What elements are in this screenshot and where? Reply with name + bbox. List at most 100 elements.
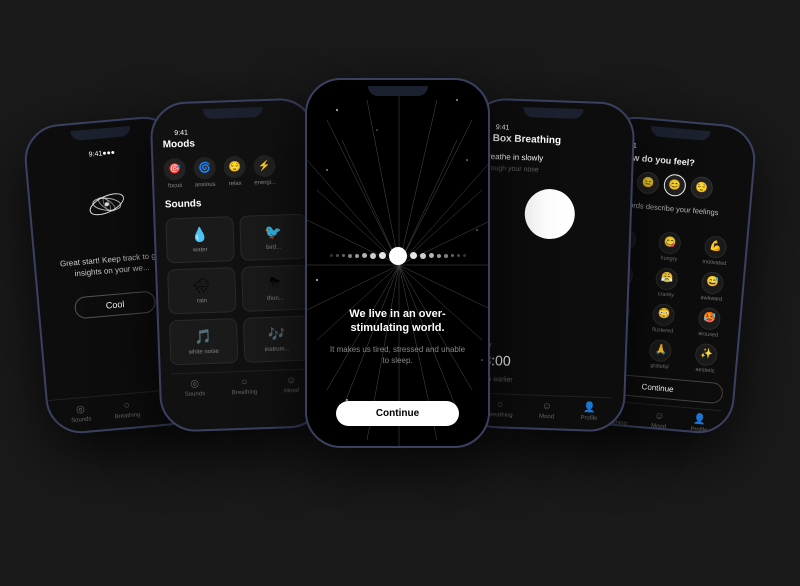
sounds-title: Sounds bbox=[165, 195, 306, 211]
p3-text-area: We live in an over-stimulating world. It… bbox=[307, 307, 488, 366]
motivated-icon: 💪 bbox=[704, 235, 728, 259]
water-icon: 💧 bbox=[191, 226, 209, 244]
whitenoise-icon: 🎵 bbox=[194, 328, 212, 346]
sound-instrument[interactable]: 🎶 instrum... bbox=[242, 316, 311, 363]
cool-button[interactable]: Cool bbox=[74, 291, 156, 320]
word-motivated[interactable]: 💪 motivated bbox=[694, 234, 736, 267]
anxious-icon: 🌀 bbox=[193, 157, 216, 180]
emotion-neutral[interactable]: 😑 bbox=[636, 171, 660, 195]
flustered-icon: 😳 bbox=[652, 302, 676, 326]
mood-anxious[interactable]: 🌀 anxious bbox=[193, 157, 216, 189]
aestetic-icon: ✨ bbox=[694, 342, 718, 366]
phone-2: 9:41 Moods 🎯 focus 🌀 anxious 😌 relax bbox=[149, 97, 325, 433]
energy-icon: ⚡ bbox=[253, 155, 276, 178]
emotion-calm[interactable]: 😌 bbox=[690, 176, 714, 200]
p3-continue-button[interactable]: Continue bbox=[336, 401, 459, 426]
phone-3-center: We live in an over-stimulating world. It… bbox=[305, 78, 490, 448]
mood-focus[interactable]: 🎯 focus bbox=[163, 158, 186, 190]
hungry-label: hungry bbox=[660, 255, 677, 262]
p3-title: We live in an over-stimulating world. bbox=[327, 307, 468, 336]
p4-nav-breathing[interactable]: ○ Breathing bbox=[487, 399, 513, 419]
instrument-label: instrum... bbox=[265, 346, 290, 353]
p5-nav-mood[interactable]: ☺ Mood bbox=[651, 410, 668, 430]
relax-icon: 😌 bbox=[223, 156, 246, 179]
timer-section: timer 03:00 finish earlier bbox=[475, 342, 613, 388]
sound-rain[interactable]: 🌧 rain bbox=[167, 267, 236, 314]
p5-mood-label: Mood bbox=[651, 423, 666, 430]
focus-icon: 🎯 bbox=[163, 158, 186, 181]
p2-mood-label: Mood bbox=[284, 388, 299, 395]
p2-sounds-icon: ◎ bbox=[190, 378, 199, 389]
breathe-circle bbox=[523, 188, 575, 240]
p1-time: 9:41 bbox=[88, 150, 102, 158]
emotion-happy[interactable]: 😊 bbox=[663, 173, 687, 197]
aestetic-label: aestetic bbox=[695, 366, 714, 374]
aroused-label: aroused bbox=[698, 330, 718, 338]
p5-profile-icon: 👤 bbox=[693, 413, 706, 425]
p2-sounds-label: Sounds bbox=[185, 391, 206, 398]
p2-time: 9:41 bbox=[174, 130, 188, 137]
p4-nav-mood[interactable]: ☺ Mood bbox=[539, 401, 555, 421]
thunder-icon: ⛈ bbox=[269, 275, 281, 292]
p2-nav-sounds[interactable]: ◎ Sounds bbox=[184, 378, 205, 398]
p4-profile-label: Profile bbox=[580, 415, 597, 422]
word-aestetic[interactable]: ✨ aestetic bbox=[685, 342, 727, 375]
nav-sounds[interactable]: ◎ Sounds bbox=[70, 403, 92, 424]
sounds-grid: 💧 water 🐦 bird... 🌧 rain ⛈ thun... bbox=[165, 214, 311, 366]
relax-label: relax bbox=[229, 181, 242, 187]
nav-breathing-label: Breathing bbox=[114, 412, 140, 420]
breathing-icon: ○ bbox=[123, 400, 130, 411]
awkward-label: awkward bbox=[700, 294, 722, 302]
thunder-label: thun... bbox=[267, 295, 284, 302]
timer-value: 03:00 bbox=[475, 352, 612, 373]
mood-relax[interactable]: 😌 relax bbox=[223, 156, 246, 188]
word-hungry[interactable]: 😋 hungry bbox=[649, 230, 691, 263]
aroused-icon: 🥵 bbox=[698, 306, 722, 330]
mood-energy[interactable]: ⚡ energi... bbox=[253, 155, 276, 187]
p1-signal: ●●● bbox=[102, 149, 115, 157]
p4-time: 9:41 bbox=[496, 124, 510, 131]
p4-nav-profile[interactable]: 👤 Profile bbox=[580, 402, 598, 422]
energy-label: energi... bbox=[254, 180, 276, 187]
sound-birds[interactable]: 🐦 bird... bbox=[239, 214, 308, 261]
nav-sounds-label: Sounds bbox=[71, 416, 92, 424]
sound-thunder[interactable]: ⛈ thun... bbox=[241, 265, 310, 312]
p4-profile-icon: 👤 bbox=[583, 402, 596, 413]
whitenoise-label: white noise bbox=[189, 349, 219, 356]
breathe-circle-container bbox=[480, 187, 619, 242]
breathe-sub: through your nose bbox=[482, 165, 619, 177]
p4-mood-label: Mood bbox=[539, 414, 554, 421]
sound-whitenoise[interactable]: 🎵 white noise bbox=[169, 318, 238, 365]
p2-breathing-label: Breathing bbox=[232, 389, 258, 396]
sound-water[interactable]: 💧 water bbox=[165, 216, 234, 263]
awkward-icon: 😅 bbox=[701, 271, 725, 295]
p4-mood-icon: ☺ bbox=[542, 401, 553, 412]
waveform bbox=[330, 247, 466, 265]
flustered-label: flustered bbox=[652, 326, 674, 334]
birds-label: bird... bbox=[266, 244, 281, 251]
moods-row: 🎯 focus 🌀 anxious 😌 relax ⚡ energi... bbox=[163, 154, 305, 190]
p4-breathing-label: Breathing bbox=[487, 412, 513, 419]
p5-profile-label: Profile bbox=[690, 426, 707, 433]
sounds-icon: ◎ bbox=[76, 404, 86, 416]
word-grateful[interactable]: 🙏 grateful bbox=[639, 338, 681, 371]
finish-earlier[interactable]: finish earlier bbox=[475, 376, 612, 388]
p3-subtitle: It makes us tired, stressed and unable t… bbox=[327, 344, 468, 366]
p5-nav-profile[interactable]: 👤 Profile bbox=[690, 413, 709, 433]
word-aroused[interactable]: 🥵 aroused bbox=[688, 306, 730, 339]
instrument-icon: 🎶 bbox=[268, 325, 286, 343]
word-cranky[interactable]: 😤 cranky bbox=[646, 266, 688, 299]
focus-label: focus bbox=[168, 183, 183, 189]
p2-nav-mood[interactable]: ☺ Mood bbox=[284, 375, 300, 395]
app-scene: 9:41 ●●● Great start! Keep track to get … bbox=[0, 0, 800, 586]
grateful-label: grateful bbox=[650, 362, 669, 370]
p4-breathing-icon: ○ bbox=[497, 399, 503, 410]
p4-navbar: ○ Breathing ☺ Mood 👤 Profile bbox=[474, 393, 612, 423]
nav-breathing[interactable]: ○ Breathing bbox=[113, 399, 140, 420]
word-awkward[interactable]: 😅 awkward bbox=[691, 270, 733, 303]
hungry-icon: 😋 bbox=[658, 231, 682, 255]
word-flustered[interactable]: 😳 flustered bbox=[643, 302, 685, 335]
breathe-instruction: Breathe in slowly bbox=[483, 152, 620, 166]
anxious-label: anxious bbox=[195, 182, 216, 189]
p2-nav-breathing[interactable]: ○ Breathing bbox=[231, 376, 257, 396]
